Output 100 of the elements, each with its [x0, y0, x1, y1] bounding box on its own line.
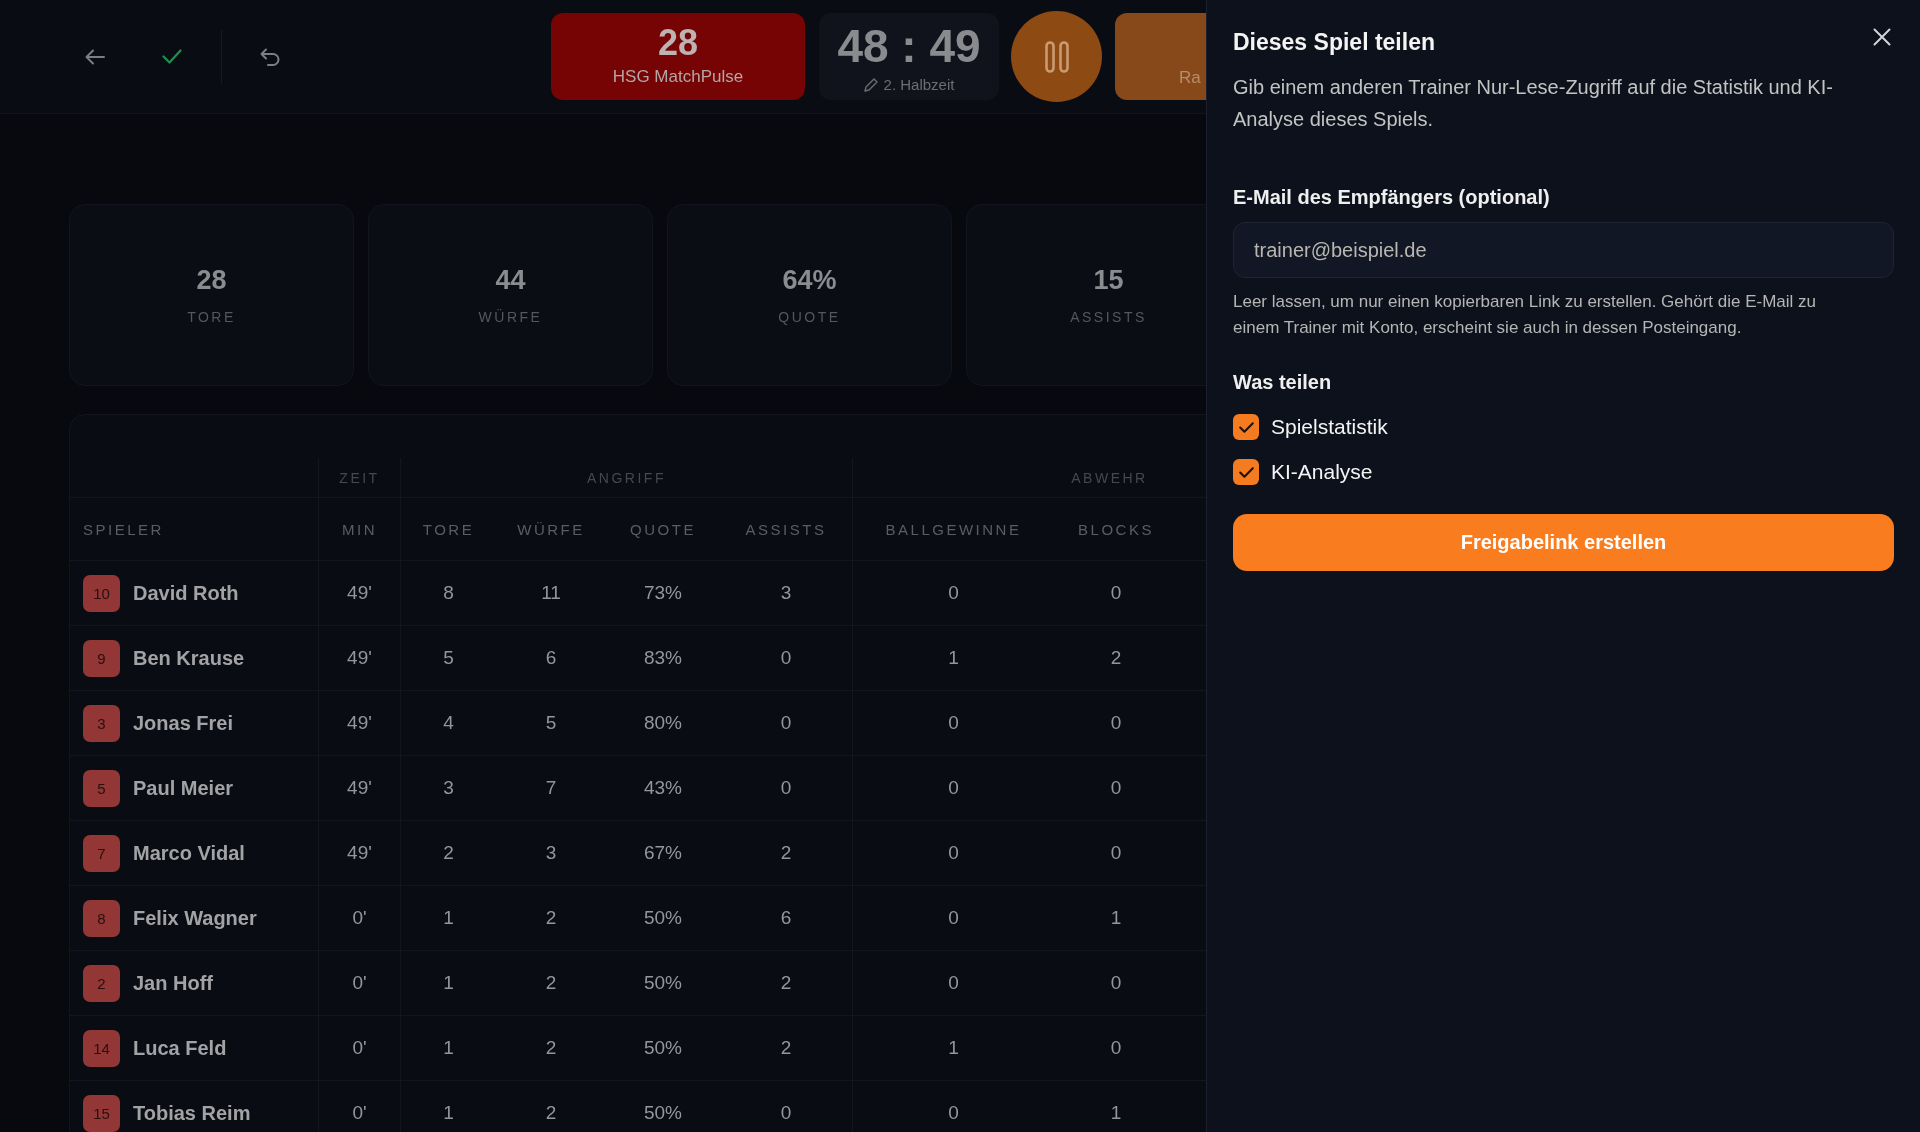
- table-cell: 1: [400, 1015, 496, 1080]
- table-cell: 2: [496, 1015, 606, 1080]
- checkbox[interactable]: [1233, 459, 1259, 485]
- table-cell: 5: [400, 625, 496, 690]
- column-header: QUOTE: [606, 497, 720, 560]
- table-cell: 50%: [606, 1080, 720, 1132]
- table-cell: 8: [400, 560, 496, 625]
- stat-value: 28: [196, 264, 227, 296]
- jersey-number: 10: [83, 574, 120, 612]
- arrow-left-icon: [85, 48, 105, 65]
- table-cell: 2: [496, 1080, 606, 1132]
- field-label: E-Mail des Empfängers (optional): [1233, 185, 1551, 210]
- table-cell: 7: [496, 755, 606, 820]
- table-cell: 3: [496, 820, 606, 885]
- table-cell: 3: [720, 560, 852, 625]
- jersey-number: 2: [83, 964, 120, 1002]
- table-cell: 50%: [606, 1015, 720, 1080]
- table-cell: 0: [720, 625, 852, 690]
- pause-icon: [1044, 40, 1069, 73]
- table-cell: 80%: [606, 690, 720, 755]
- table-cell: 0: [1054, 560, 1178, 625]
- checkbox[interactable]: [1233, 414, 1259, 440]
- stat-label: WÜRFE: [478, 308, 543, 326]
- player-name: Luca Feld: [133, 1036, 227, 1060]
- undo-icon: [260, 47, 280, 66]
- team-name: HSG MatchPulse: [612, 66, 744, 88]
- jersey-number: 8: [83, 899, 120, 937]
- table-cell: 2: [1054, 625, 1178, 690]
- column-header: SPIELER: [70, 497, 318, 560]
- close-icon: [1873, 28, 1891, 46]
- table-cell: 83%: [606, 625, 720, 690]
- stat-value: 44: [495, 264, 526, 296]
- table-cell: 49': [318, 625, 400, 690]
- table-cell: 2: [496, 885, 606, 950]
- stat-label: ASSISTS: [1070, 308, 1147, 326]
- table-cell: 0: [1054, 820, 1178, 885]
- jersey-number: 14: [83, 1029, 120, 1067]
- panel-description: Gib einem anderen Trainer Nur-Lese-Zugriff auf die Statistik und KI-Analyse dieses Spiels.: [1233, 75, 1834, 132]
- table-cell: 49': [318, 690, 400, 755]
- table-cell: 1: [400, 950, 496, 1015]
- table-cell: 50%: [606, 885, 720, 950]
- period-label: 2. Halbzeit: [883, 75, 955, 95]
- table-cell: 0: [720, 690, 852, 755]
- table-cell: 11: [496, 560, 606, 625]
- table-cell: 0': [318, 885, 400, 950]
- table-cell: 0: [1054, 755, 1178, 820]
- table-cell: 0: [852, 1080, 1054, 1132]
- table-cell: 1: [1054, 1080, 1178, 1132]
- player-name: Marco Vidal: [133, 841, 245, 865]
- email-field[interactable]: trainer@beispiel.de: [1233, 222, 1894, 278]
- player-name: Felix Wagner: [133, 906, 257, 930]
- table-cell: 73%: [606, 560, 720, 625]
- table-cell: 5: [496, 690, 606, 755]
- table-cell: 1: [1054, 885, 1178, 950]
- stat-value: 64%: [782, 264, 837, 296]
- table-cell: 0: [1054, 1015, 1178, 1080]
- checkbox-label[interactable]: KI-Analyse: [1271, 458, 1373, 486]
- column-header: BLOCKS: [1054, 497, 1178, 560]
- table-cell: 0: [852, 885, 1054, 950]
- table-cell: 2: [400, 820, 496, 885]
- player-name: Paul Meier: [133, 776, 234, 800]
- jersey-number: 7: [83, 834, 120, 872]
- table-cell: 0: [852, 560, 1054, 625]
- player-name: Jonas Frei: [133, 711, 234, 735]
- table-cell: 1: [852, 625, 1054, 690]
- checkbox-label[interactable]: Spielstatistik: [1271, 413, 1388, 441]
- player-name: Ben Krause: [133, 646, 245, 670]
- table-cell: 0: [720, 755, 852, 820]
- table-cell: 43%: [606, 755, 720, 820]
- column-header: TORE: [400, 497, 496, 560]
- table-cell: 2: [496, 950, 606, 1015]
- table-cell: 50%: [606, 950, 720, 1015]
- player-name: Tobias Reim: [133, 1101, 251, 1125]
- column-group-header: ZEIT: [318, 458, 400, 497]
- column-header: ASSISTS: [720, 497, 852, 560]
- jersey-number: 3: [83, 704, 120, 742]
- table-cell: 2: [720, 1015, 852, 1080]
- table-cell: 3: [400, 755, 496, 820]
- jersey-number: 9: [83, 639, 120, 677]
- table-cell: 0: [852, 690, 1054, 755]
- jersey-number: 5: [83, 769, 120, 807]
- table-cell: 4: [400, 690, 496, 755]
- pencil-icon: [863, 78, 878, 92]
- table-cell: 2: [720, 820, 852, 885]
- table-cell: 0: [852, 950, 1054, 1015]
- score-value: 28: [657, 23, 698, 63]
- check-icon: [1238, 421, 1254, 433]
- table-cell: 67%: [606, 820, 720, 885]
- table-cell: 0: [852, 820, 1054, 885]
- stat-label: QUOTE: [778, 308, 841, 326]
- table-cell: 49': [318, 820, 400, 885]
- column-group-header: ANGRIFF: [400, 458, 852, 497]
- check-icon: [1238, 466, 1254, 478]
- table-cell: 6: [496, 625, 606, 690]
- close-button[interactable]: [1870, 25, 1894, 49]
- table-cell: 1: [400, 885, 496, 950]
- team-name: Ra: [1179, 68, 1201, 87]
- table-cell: 0': [318, 950, 400, 1015]
- table-cell: 1: [852, 1015, 1054, 1080]
- table-cell: 0': [318, 1080, 400, 1132]
